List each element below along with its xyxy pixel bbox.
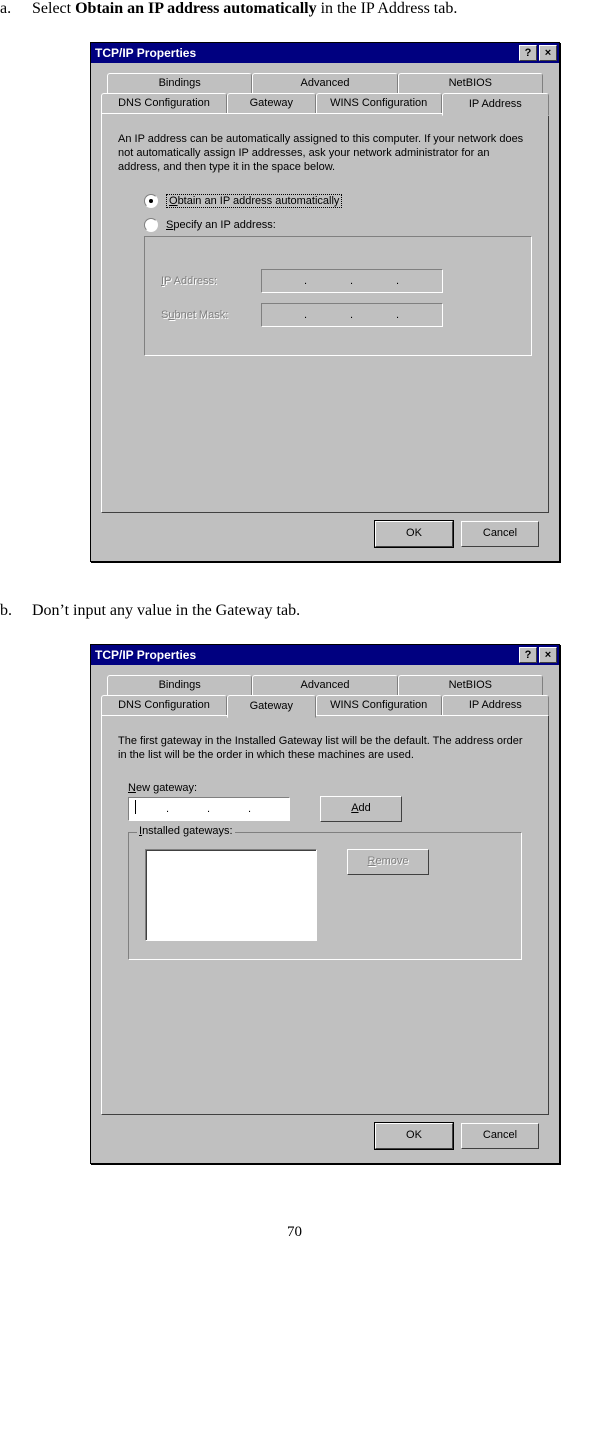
tcpip-properties-dialog-gateway: TCP/IP Properties ? × Bindings Advanced … [90, 644, 560, 1164]
radio-specify-ip[interactable]: Specify an IP address: [144, 218, 532, 232]
tab-wins-configuration[interactable]: WINS Configuration [316, 695, 442, 715]
installed-gateways-group: Installed gateways: Remove [128, 832, 522, 960]
help-icon[interactable]: ? [519, 647, 537, 663]
radio-obtain-auto[interactable]: Obtain an IP address automatically [144, 194, 532, 208]
step-a-letter: a. [0, 0, 28, 18]
tab-advanced[interactable]: Advanced [252, 675, 397, 695]
installed-gateways-label: Installed gateways: [137, 825, 235, 837]
cancel-button[interactable]: Cancel [461, 521, 539, 547]
tab-panel-ipaddress: An IP address can be automatically assig… [101, 113, 549, 513]
step-a-text: Select Obtain an IP address automaticall… [32, 0, 589, 18]
titlebar: TCP/IP Properties ? × [91, 43, 559, 63]
ip-address-label: IP Address: [161, 275, 261, 287]
subnet-mask-label: Subnet Mask: [161, 309, 261, 321]
help-icon[interactable]: ? [519, 45, 537, 61]
tab-bindings[interactable]: Bindings [107, 73, 252, 93]
tab-netbios[interactable]: NetBIOS [398, 675, 543, 695]
gateway-description: The first gateway in the Installed Gatew… [118, 734, 532, 762]
ok-button[interactable]: OK [375, 521, 453, 547]
subnet-mask-input: ... [261, 303, 443, 327]
specify-ip-group: IP Address: ... Subnet Mask: ... [144, 236, 532, 356]
radio-specify-ip-label: Specify an IP address: [166, 219, 276, 231]
add-button[interactable]: Add [320, 796, 402, 822]
close-icon[interactable]: × [539, 45, 557, 61]
radio-icon [144, 194, 158, 208]
titlebar: TCP/IP Properties ? × [91, 645, 559, 665]
dialog-title: TCP/IP Properties [95, 46, 517, 60]
radio-obtain-auto-label: Obtain an IP address automatically [166, 194, 342, 208]
cancel-button[interactable]: Cancel [461, 1123, 539, 1149]
tab-advanced[interactable]: Advanced [252, 73, 397, 93]
new-gateway-input[interactable]: ... [128, 797, 290, 821]
radio-icon [144, 218, 158, 232]
tab-gateway[interactable]: Gateway [227, 695, 316, 718]
step-b-text: Don’t input any value in the Gateway tab… [32, 602, 589, 620]
dialog-title: TCP/IP Properties [95, 648, 517, 662]
ok-button[interactable]: OK [375, 1123, 453, 1149]
step-b-letter: b. [0, 602, 28, 620]
remove-button: Remove [347, 849, 429, 875]
tab-panel-gateway: The first gateway in the Installed Gatew… [101, 715, 549, 1115]
tab-gateway[interactable]: Gateway [227, 93, 316, 113]
tab-dns-configuration[interactable]: DNS Configuration [101, 93, 227, 113]
tab-wins-configuration[interactable]: WINS Configuration [316, 93, 442, 113]
close-icon[interactable]: × [539, 647, 557, 663]
ipaddress-description: An IP address can be automatically assig… [118, 132, 532, 174]
ip-address-input: ... [261, 269, 443, 293]
installed-gateways-list[interactable] [145, 849, 317, 941]
tab-ip-address[interactable]: IP Address [442, 93, 549, 116]
tab-ip-address[interactable]: IP Address [442, 695, 549, 715]
tab-bindings[interactable]: Bindings [107, 675, 252, 695]
tcpip-properties-dialog-ipaddress: TCP/IP Properties ? × Bindings Advanced … [90, 42, 560, 562]
page-number: 70 [0, 1224, 589, 1241]
tab-dns-configuration[interactable]: DNS Configuration [101, 695, 227, 715]
tab-netbios[interactable]: NetBIOS [398, 73, 543, 93]
new-gateway-label: New gateway: [128, 782, 532, 794]
